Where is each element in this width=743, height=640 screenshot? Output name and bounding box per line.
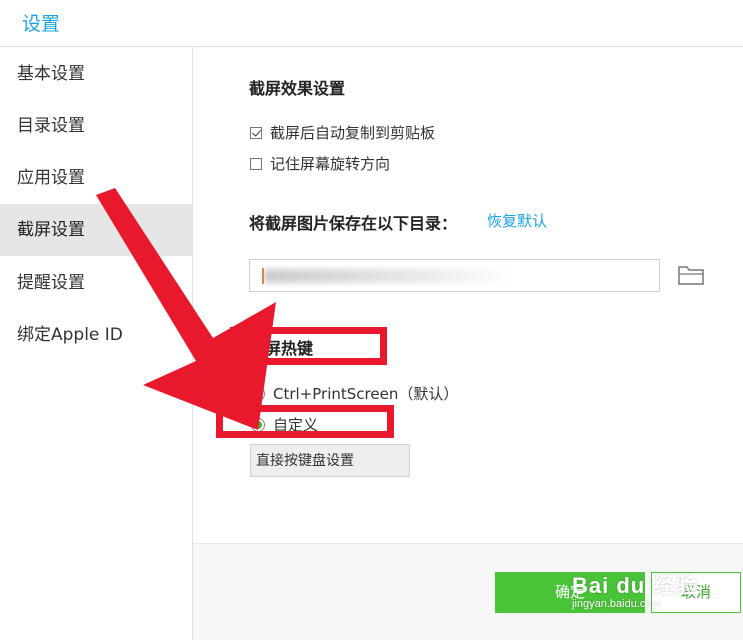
folder-icon[interactable] [677,263,705,287]
hotkey-default-radio[interactable] [251,386,265,401]
restore-default-link[interactable]: 恢复默认 [487,210,547,231]
copy-to-clipboard-checkbox[interactable] [250,126,262,139]
sidebar-item-directory[interactable]: 目录设置 [0,100,192,152]
remember-rotation-option[interactable]: 记住屏幕旋转方向 [250,153,390,174]
title-bar: 设置 [0,0,743,47]
dialog-footer: 确定 取消 [193,543,743,640]
sidebar-item-apps[interactable]: 应用设置 [0,152,192,204]
hotkey-custom-radio[interactable] [251,417,265,432]
settings-window: 设置 基本设置 目录设置 应用设置 截屏设置 提醒设置 绑定Apple ID 截… [0,0,743,640]
sidebar-item-reminders[interactable]: 提醒设置 [0,257,192,309]
hotkey-default-option[interactable]: Ctrl+PrintScreen（默认） [251,383,458,404]
cancel-button[interactable]: 取消 [651,572,741,613]
copy-to-clipboard-label: 截屏后自动复制到剪贴板 [270,124,436,142]
hotkey-custom-option[interactable]: 自定义 [251,414,318,435]
copy-to-clipboard-option[interactable]: 截屏后自动复制到剪贴板 [250,122,435,143]
window-title: 设置 [22,13,61,35]
sidebar-item-basic[interactable]: 基本设置 [0,48,192,100]
remember-rotation-label: 记住屏幕旋转方向 [270,155,391,173]
blurred-path-text [264,269,514,283]
save-path-input[interactable] [249,259,660,292]
text-caret [262,268,264,284]
save-directory-title: 将截屏图片保存在以下目录： [249,214,458,233]
sidebar-item-screenshot[interactable]: 截屏设置 [0,204,192,256]
ok-button[interactable]: 确定 [495,572,645,613]
hotkey-capture-input[interactable]: 直接按键盘设置 [250,444,410,477]
remember-rotation-checkbox[interactable] [250,157,262,170]
screenshot-effect-title: 截屏效果设置 [249,79,346,98]
sidebar: 基本设置 目录设置 应用设置 截屏设置 提醒设置 绑定Apple ID [0,47,193,640]
hotkey-default-label: Ctrl+PrintScreen（默认） [273,385,459,403]
hotkey-custom-label: 自定义 [273,416,319,434]
hotkey-title: 截屏热键 [249,339,314,358]
sidebar-item-apple-id[interactable]: 绑定Apple ID [0,309,192,361]
